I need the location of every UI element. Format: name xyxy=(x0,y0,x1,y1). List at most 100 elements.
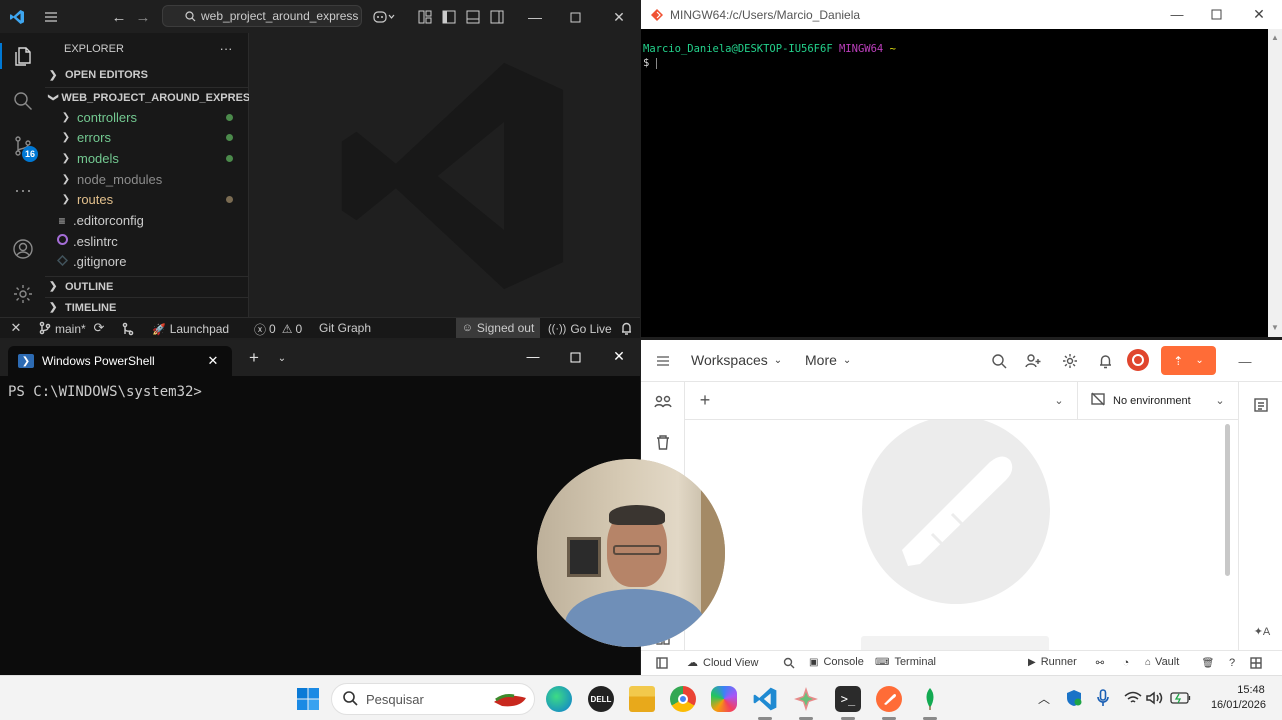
tabs-dropdown-icon[interactable]: ⌄ xyxy=(1051,392,1067,408)
battery-charging-icon[interactable] xyxy=(1170,689,1192,707)
folder-item[interactable]: ❯ node_modules xyxy=(45,169,249,189)
cookies-icon[interactable]: ◔ xyxy=(1119,656,1133,670)
trash-icon[interactable]: 🗑 xyxy=(1201,656,1215,670)
docs-icon[interactable] xyxy=(1252,396,1270,414)
sync-icon[interactable]: ⟳ xyxy=(91,320,107,336)
folder-item[interactable]: ❯ errors xyxy=(45,128,249,148)
terminal-button[interactable]: ⌨ Terminal xyxy=(875,656,936,668)
close-tab-icon[interactable]: ✕ xyxy=(206,353,220,368)
layout-icon[interactable] xyxy=(1249,656,1263,670)
vault-button[interactable]: ⌂ Vault xyxy=(1145,656,1179,668)
more-views-icon[interactable]: ⋯ xyxy=(10,178,36,204)
trash-icon[interactable] xyxy=(654,433,672,451)
settings-gear-icon[interactable] xyxy=(1061,352,1079,370)
clock-time[interactable]: 15:48 xyxy=(1236,684,1266,696)
minimize-icon[interactable]: — xyxy=(525,348,541,364)
back-arrow-icon[interactable]: ← xyxy=(110,8,128,26)
problems-status[interactable]: ⓧ 0 ⚠ 0 xyxy=(254,321,302,337)
file-explorer-icon[interactable] xyxy=(629,686,655,712)
folder-item[interactable]: ❯ routes xyxy=(45,190,249,210)
mingw-scrollbar[interactable]: ▲ ▼ xyxy=(1268,29,1282,337)
new-tab-plus-icon[interactable]: + xyxy=(697,390,713,410)
start-windows-icon[interactable] xyxy=(295,686,321,712)
proxy-icon[interactable]: ⚯ xyxy=(1093,656,1107,670)
microphone-icon[interactable] xyxy=(1095,689,1111,707)
help-icon[interactable]: ? xyxy=(1225,656,1239,670)
close-icon[interactable]: ✕ xyxy=(1251,6,1267,22)
chevron-down-icon[interactable]: ⌄ xyxy=(1212,392,1228,408)
toggle-panel-icon[interactable] xyxy=(464,8,482,26)
branch-status[interactable]: main* xyxy=(38,321,86,337)
invite-user-icon[interactable] xyxy=(1024,352,1042,370)
find-icon[interactable] xyxy=(782,656,796,670)
minimize-icon[interactable]: — xyxy=(1236,352,1254,370)
explorer-more-icon[interactable]: ··· xyxy=(217,41,235,56)
chevron-up-icon[interactable]: ︿ xyxy=(1036,690,1052,706)
search-icon[interactable] xyxy=(990,352,1008,370)
signed-out-status[interactable]: ☺ Signed out xyxy=(456,318,540,338)
taskbar-search[interactable]: Pesquisar xyxy=(331,683,535,715)
cloud-view-button[interactable]: ☁ Cloud View xyxy=(687,656,758,670)
copilot-app-icon[interactable] xyxy=(711,686,737,712)
toggle-primary-sidebar-icon[interactable] xyxy=(440,8,458,26)
scroll-down-icon[interactable]: ▼ xyxy=(1271,323,1279,332)
clock-date[interactable]: 16/01/2026 xyxy=(1204,699,1266,711)
layout-customize-icon[interactable] xyxy=(416,8,434,26)
close-icon[interactable]: ✕ xyxy=(610,8,628,26)
invite-button[interactable]: ⇡ ⌄ xyxy=(1161,346,1216,375)
explorer-icon[interactable] xyxy=(10,43,36,69)
notification-bell-icon[interactable] xyxy=(1096,352,1114,370)
remote-icon[interactable]: ✕ xyxy=(8,320,24,336)
console-button[interactable]: ▣ Console xyxy=(809,656,864,668)
timeline-section[interactable]: ❯ TIMELINE xyxy=(45,297,249,317)
hamburger-icon[interactable] xyxy=(655,353,671,369)
runner-button[interactable]: ▶ Runner xyxy=(1028,656,1077,668)
more-menu[interactable]: More ⌄ xyxy=(805,352,851,368)
powershell-tab[interactable]: ❯ Windows PowerShell ✕ xyxy=(8,346,232,376)
menu-icon[interactable] xyxy=(42,8,60,26)
folder-item[interactable]: ❯ controllers xyxy=(45,107,249,127)
edge-browser-icon[interactable] xyxy=(546,686,572,712)
project-section[interactable]: ❯ WEB_PROJECT_AROUND_EXPRESS xyxy=(45,87,258,107)
maximize-icon[interactable] xyxy=(567,349,583,365)
maximize-icon[interactable] xyxy=(1208,6,1224,22)
avatar[interactable] xyxy=(1127,349,1149,371)
bell-icon[interactable] xyxy=(618,320,634,336)
vscode-taskbar-icon[interactable] xyxy=(752,686,778,712)
file-item[interactable]: ≡ .editorconfig xyxy=(45,211,249,231)
file-item[interactable]: .gitignore xyxy=(45,252,249,272)
settings-gear-icon[interactable] xyxy=(10,281,36,307)
postman-app-icon[interactable] xyxy=(876,686,902,712)
git-merge-icon[interactable] xyxy=(120,321,136,337)
minimize-icon[interactable]: — xyxy=(526,8,544,26)
tab-dropdown-icon[interactable]: ⌄ xyxy=(274,350,290,366)
mongodb-compass-icon[interactable] xyxy=(917,686,943,712)
scrollbar-thumb[interactable] xyxy=(1225,424,1230,576)
outline-section[interactable]: ❯ OUTLINE xyxy=(45,276,249,296)
defender-shield-icon[interactable] xyxy=(1065,689,1083,707)
gemini-app-icon[interactable] xyxy=(793,686,819,712)
maximize-icon[interactable] xyxy=(566,8,584,26)
environment-selector[interactable]: No environment xyxy=(1091,392,1191,409)
workspaces-menu[interactable]: Workspaces ⌄ xyxy=(691,352,782,368)
powershell-prompt[interactable]: PS C:\WINDOWS\system32> xyxy=(8,384,202,400)
open-editors-section[interactable]: ❯ OPEN EDITORS xyxy=(45,65,249,85)
toggle-sidebar-icon[interactable] xyxy=(655,656,669,670)
search-icon[interactable] xyxy=(10,88,36,114)
volume-icon[interactable] xyxy=(1146,689,1164,707)
copilot-icon[interactable] xyxy=(372,8,396,26)
command-center-search[interactable]: web_project_around_express xyxy=(162,5,362,27)
collections-icon[interactable] xyxy=(654,393,672,411)
ai-icon[interactable]: ✦A xyxy=(1252,622,1272,640)
chrome-icon[interactable] xyxy=(670,686,696,712)
file-item[interactable]: .eslintrc xyxy=(45,231,249,251)
wifi-icon[interactable] xyxy=(1124,689,1142,707)
close-icon[interactable]: ✕ xyxy=(611,348,627,364)
terminal-app-icon[interactable]: >_ xyxy=(835,686,861,712)
accounts-icon[interactable] xyxy=(10,236,36,262)
toggle-secondary-sidebar-icon[interactable] xyxy=(488,8,506,26)
webcam-overlay[interactable] xyxy=(537,459,725,647)
git-graph-status[interactable]: Git Graph xyxy=(319,321,371,335)
mingw-output[interactable]: Marcio_Daniela@DESKTOP-IU56F6F MINGW64 ~… xyxy=(643,42,896,70)
dell-icon[interactable]: DELL xyxy=(588,686,614,712)
